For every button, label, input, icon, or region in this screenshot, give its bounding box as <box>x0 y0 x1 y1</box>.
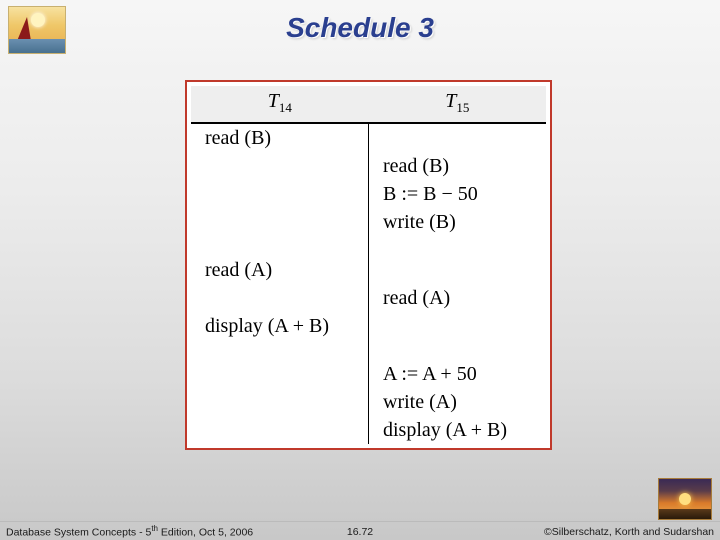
cell-t15: A := A + 50 <box>369 360 547 388</box>
table-row: read (B) <box>191 123 546 152</box>
cell-t14 <box>191 416 369 444</box>
cell-t15: write (A) <box>369 388 547 416</box>
schedule-table: T14 T15 read (B)read (B)B := B − 50write… <box>191 86 546 444</box>
cell-t14 <box>191 340 369 360</box>
cell-t14: read (A) <box>191 256 369 284</box>
cell-t14 <box>191 236 369 256</box>
cell-t14 <box>191 180 369 208</box>
cell-t14 <box>191 152 369 180</box>
cell-t15: write (B) <box>369 208 547 236</box>
table-row: display (A + B) <box>191 312 546 340</box>
cell-t15 <box>369 123 547 152</box>
cell-t15: read (A) <box>369 284 547 312</box>
table-row: B := B − 50 <box>191 180 546 208</box>
schedule-body: read (B)read (B)B := B − 50write (B)read… <box>191 123 546 444</box>
slide: Schedule 3 T14 T15 read (B)read (B)B := … <box>0 0 720 540</box>
table-row: write (B) <box>191 208 546 236</box>
footer-copyright: ©Silberschatz, Korth and Sudarshan <box>544 526 714 538</box>
column-header-t15: T15 <box>369 86 547 123</box>
cell-t15: B := B − 50 <box>369 180 547 208</box>
cell-t14 <box>191 360 369 388</box>
page-title: Schedule 3 <box>0 12 720 44</box>
footer: Database System Concepts - 5th Edition, … <box>0 522 720 538</box>
cell-t14 <box>191 284 369 312</box>
cell-t15 <box>369 236 547 256</box>
table-row <box>191 236 546 256</box>
sunset-logo-icon <box>658 478 712 520</box>
cell-t15: read (B) <box>369 152 547 180</box>
table-row: read (A) <box>191 284 546 312</box>
table-row: A := A + 50 <box>191 360 546 388</box>
cell-t14 <box>191 208 369 236</box>
table-row <box>191 340 546 360</box>
cell-t14: read (B) <box>191 123 369 152</box>
column-header-t14: T14 <box>191 86 369 123</box>
table-row: read (A) <box>191 256 546 284</box>
cell-t14 <box>191 388 369 416</box>
table-row: display (A + B) <box>191 416 546 444</box>
table-row: write (A) <box>191 388 546 416</box>
cell-t15 <box>369 256 547 284</box>
cell-t15: display (A + B) <box>369 416 547 444</box>
schedule-table-container: T14 T15 read (B)read (B)B := B − 50write… <box>185 80 552 450</box>
cell-t15 <box>369 312 547 340</box>
table-row: read (B) <box>191 152 546 180</box>
cell-t14: display (A + B) <box>191 312 369 340</box>
cell-t15 <box>369 340 547 360</box>
